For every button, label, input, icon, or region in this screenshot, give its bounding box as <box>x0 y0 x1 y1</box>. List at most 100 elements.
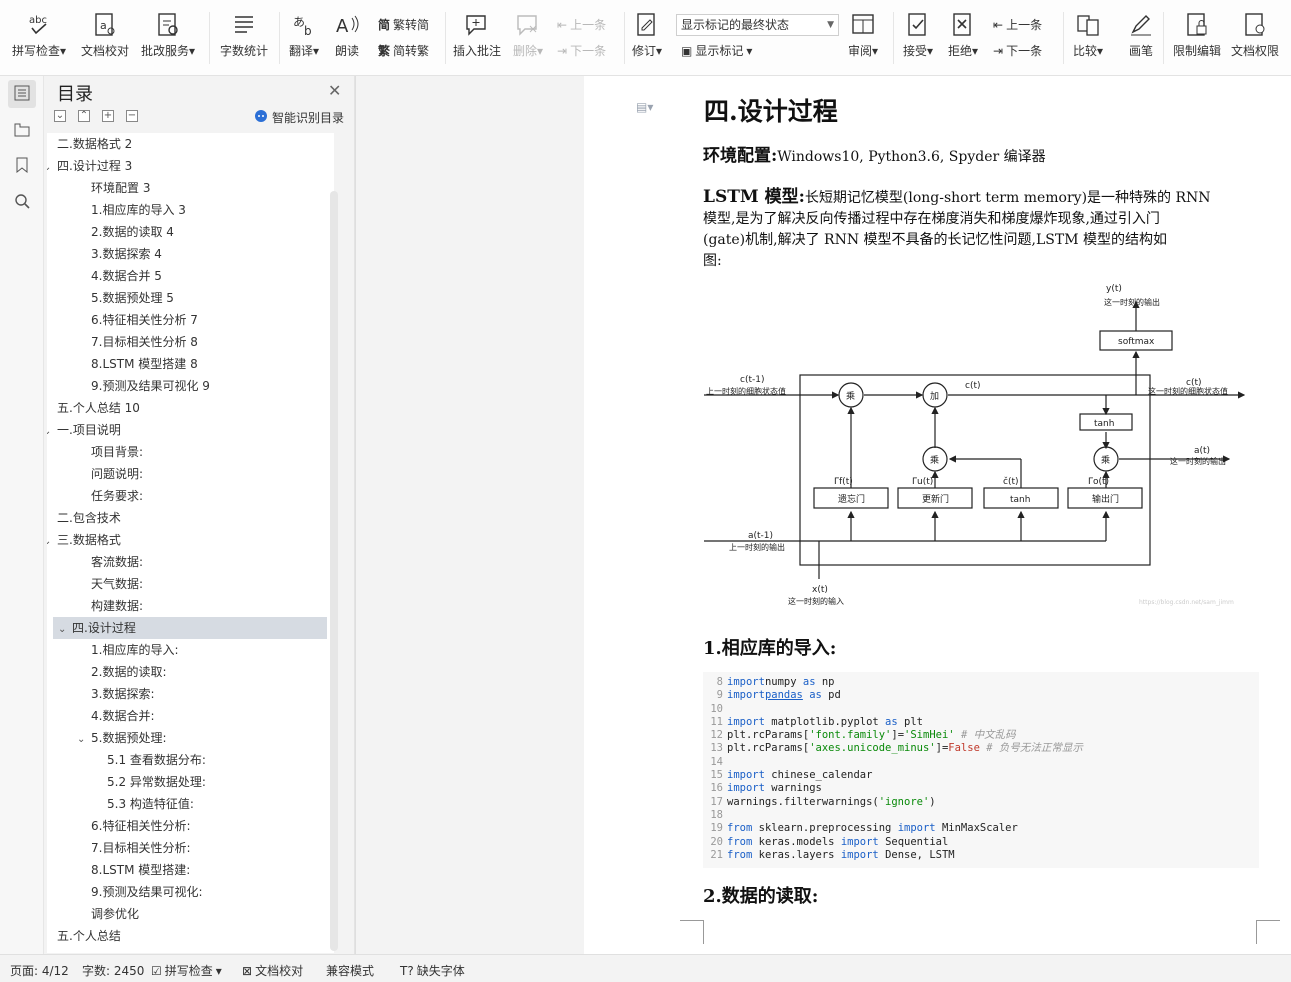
accept-change-button[interactable]: 接受▾ <box>903 12 933 64</box>
toc-item[interactable]: 1.相应库的导入 3 <box>91 199 186 221</box>
toc-item[interactable]: 任务要求: <box>91 485 143 507</box>
review-pane-button[interactable]: 审阅▾ <box>848 12 878 64</box>
doc-proofread-button[interactable]: a 文档校对 <box>81 12 129 64</box>
bookmark-panel-button[interactable] <box>8 152 36 180</box>
collapse-all-icon[interactable]: ⌄ <box>54 110 66 122</box>
next-change-button[interactable]: ⇥ 下一条 <box>993 43 1042 59</box>
toc-item-label: 9.预测及结果可视化: <box>91 885 203 899</box>
word-count[interactable]: 字数: 2450 <box>82 962 144 979</box>
prev-comment-button[interactable]: ⇤ 上一条 <box>557 17 606 33</box>
simplified-to-traditional-button[interactable]: 繁简转繁 <box>378 43 429 59</box>
remove-level-icon[interactable]: − <box>126 110 138 122</box>
chapter-panel-button[interactable] <box>8 116 36 144</box>
diagram-label: 这一时刻的细胞状态值 <box>1148 386 1228 396</box>
toc-item[interactable]: ⌄ 四.设计过程 3 <box>47 155 132 177</box>
page-indicator[interactable]: 页面: 4/12 <box>10 962 69 979</box>
code-token: Sequential <box>878 835 949 848</box>
toc-item[interactable]: 环境配置 3 <box>91 177 150 199</box>
toc-item[interactable]: 五.个人总结 <box>57 925 121 947</box>
reject-change-button[interactable]: 拒绝▾ <box>948 12 978 64</box>
toc-item[interactable]: 8.LSTM 模型搭建: <box>91 859 190 881</box>
toc-item[interactable]: 调参优化 <box>91 903 139 925</box>
toc-item-label: 三.数据格式 <box>57 533 121 547</box>
chevron-down-icon[interactable]: ⌄ <box>47 157 57 179</box>
delete-comment-button[interactable]: 删除▾ <box>513 12 543 64</box>
toc-item[interactable]: 二.包含技术 <box>57 507 121 529</box>
chevron-down-icon[interactable]: ⌄ <box>47 531 57 553</box>
toc-item[interactable]: 构建数据: <box>91 595 143 617</box>
chevron-down-icon[interactable]: ⌄ <box>77 729 91 751</box>
toc-item[interactable]: 9.预测及结果可视化: <box>91 881 203 903</box>
compare-button[interactable]: 比较▾ <box>1073 12 1103 64</box>
toc-item[interactable]: 问题说明: <box>91 463 143 485</box>
toc-item[interactable]: ⌄ 5.数据预处理: <box>77 727 167 749</box>
doc-permission-button[interactable]: 文档权限 <box>1231 12 1279 64</box>
markup-state-select[interactable]: 显示标记的最终状态 ▼ <box>676 14 839 36</box>
toc-item[interactable]: 3.数据探索: <box>91 683 155 705</box>
toc-item[interactable]: 3.数据探索 4 <box>91 243 162 265</box>
toc-item[interactable]: 8.LSTM 模型搭建 8 <box>91 353 198 375</box>
code-line: 14 <box>703 756 1259 769</box>
toc-scrollbar[interactable] <box>330 191 338 951</box>
pen-button[interactable]: 画笔 <box>1128 12 1154 64</box>
toc-item[interactable]: 5.2 异常数据处理: <box>107 771 206 793</box>
code-token: as <box>809 689 822 702</box>
read-aloud-button[interactable]: A 朗读 <box>334 12 360 64</box>
toc-item[interactable]: 7.目标相关性分析: <box>91 837 191 859</box>
show-markup-button[interactable]: ▣ 显示标记 ▾ <box>681 43 752 59</box>
toc-item-label: 8.LSTM 模型搭建 8 <box>91 357 198 371</box>
toc-item[interactable]: 4.数据合并 5 <box>91 265 162 287</box>
expand-up-icon[interactable]: ⌃ <box>78 110 90 122</box>
chevron-down-icon[interactable]: ⌄ <box>47 421 57 443</box>
toc-item[interactable]: 9.预测及结果可视化 9 <box>91 375 210 397</box>
toc-item[interactable]: 7.目标相关性分析 8 <box>91 331 198 353</box>
compat-mode-status[interactable]: 兼容模式 <box>326 962 374 979</box>
proofread-status[interactable]: ⊠ 文档校对 <box>242 962 303 979</box>
code-token: import <box>840 835 879 848</box>
review-service-button[interactable]: 批改服务▾ <box>141 12 195 64</box>
track-changes-button[interactable]: 修订▾ <box>632 12 662 64</box>
translate-button[interactable]: あb 翻译▾ <box>289 12 319 64</box>
add-level-icon[interactable]: + <box>102 110 114 122</box>
toc-item[interactable]: 5.数据预处理 5 <box>91 287 174 309</box>
line-number: 15 <box>710 769 723 782</box>
prev-change-button[interactable]: ⇤ 上一条 <box>993 17 1042 33</box>
chevron-down-icon[interactable]: ⌄ <box>58 619 72 641</box>
toc-item[interactable]: ⌄ 四.设计过程 <box>53 617 327 639</box>
doc-layout-icon[interactable]: ▤▾ <box>636 100 653 114</box>
next-comment-button[interactable]: ⇥ 下一条 <box>557 43 606 59</box>
toc-item[interactable]: 6.特征相关性分析 7 <box>91 309 198 331</box>
toc-item[interactable]: 客流数据: <box>91 551 143 573</box>
toc-item[interactable]: 5.1 查看数据分布: <box>107 749 206 771</box>
missing-font-status[interactable]: T? 缺失字体 <box>400 962 465 979</box>
toc-item[interactable]: 5.3 构造特征值: <box>107 793 194 815</box>
smart-toc-button[interactable]: 智能识别目录 <box>254 109 344 126</box>
document-page[interactable]: ▤▾ 四.设计过程 环境配置:Windows10, Python3.6, Spy… <box>584 76 1291 954</box>
line-number: 8 <box>716 676 723 688</box>
toc-item[interactable]: ⌄ 一.项目说明 <box>47 419 121 441</box>
traditional-to-simplified-button[interactable]: 简繁转简 <box>378 17 429 33</box>
toc-item[interactable]: ⌄ 三.数据格式 <box>47 529 121 551</box>
toc-item[interactable]: 五.个人总结 10 <box>57 397 140 419</box>
diagram-label: č(t) <box>1003 476 1019 487</box>
word-count-button[interactable]: 字数统计 <box>220 12 268 64</box>
toc-item[interactable]: 1.相应库的导入: <box>91 639 179 661</box>
toc-item[interactable]: 6.特征相关性分析: <box>91 815 191 837</box>
toc-item[interactable]: 二.数据格式 2 <box>57 133 132 155</box>
toc-item[interactable]: 天气数据: <box>91 573 143 595</box>
toc-item[interactable]: 4.数据合并: <box>91 705 155 727</box>
restrict-editing-button[interactable]: 限制编辑 <box>1173 12 1221 64</box>
insert-comment-button[interactable]: 插入批注 <box>453 12 501 64</box>
line-number: 17 <box>710 795 723 808</box>
spell-check-button[interactable]: abc 拼写检查▾ <box>12 12 66 64</box>
search-panel-button[interactable] <box>8 188 36 216</box>
toc-panel-button[interactable] <box>8 80 36 108</box>
fan-jian-icon: 简 <box>378 18 391 32</box>
toc-item[interactable]: 2.数据的读取: <box>91 661 167 683</box>
toc-item[interactable]: 2.数据的读取 4 <box>91 221 174 243</box>
code-line: 21 from keras.layers import Dense, LSTM <box>703 849 1259 862</box>
code-line: 12 plt.rcParams['font.family']='SimHei' #… <box>703 729 1259 742</box>
close-icon[interactable]: ✕ <box>328 81 341 100</box>
spell-check-status[interactable]: ☑ 拼写检查 ▾ <box>151 962 222 979</box>
toc-item[interactable]: 项目背景: <box>91 441 143 463</box>
